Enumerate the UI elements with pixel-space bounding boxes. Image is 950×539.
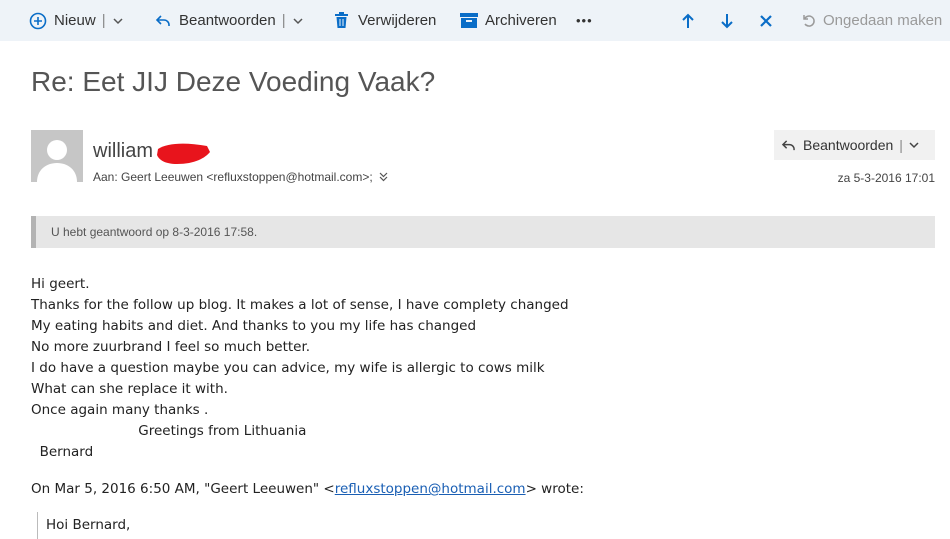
- arrow-up-icon: [681, 13, 695, 29]
- body-line: Bernard: [31, 444, 94, 460]
- more-actions-button[interactable]: •••: [576, 0, 593, 41]
- archive-button[interactable]: Archiveren: [460, 0, 557, 41]
- sender-avatar[interactable]: [31, 130, 83, 182]
- message-subject: Re: Eet JIJ Deze Voeding Vaak?: [31, 66, 436, 97]
- reply-button-separator: |: [899, 137, 903, 153]
- body-line: What can she replace it with.: [31, 381, 228, 397]
- reply-arrow-icon: [781, 139, 796, 152]
- reply-button[interactable]: Beantwoorden |: [774, 130, 935, 160]
- trash-icon: [334, 12, 349, 29]
- reply-toolbar-button[interactable]: Beantwoorden |: [155, 0, 304, 41]
- more-dots-icon: •••: [576, 13, 593, 28]
- command-toolbar: Nieuw | Beantwoorden | Verwijderen Archi…: [0, 0, 950, 41]
- toolbar-separator: |: [281, 12, 286, 29]
- body-line: Greetings from Lithuania: [31, 423, 307, 439]
- previous-message-button[interactable]: [681, 0, 695, 41]
- quoted-message-header: On Mar 5, 2016 6:50 AM, "Geert Leeuwen" …: [31, 479, 584, 500]
- body-line: I do have a question maybe you can advic…: [31, 360, 545, 376]
- undo-button[interactable]: Ongedaan maken: [801, 0, 942, 41]
- undo-icon: [801, 13, 816, 28]
- person-silhouette-icon: [37, 140, 77, 182]
- next-message-button[interactable]: [720, 0, 734, 41]
- sender-name[interactable]: william: [93, 140, 153, 163]
- quoted-message-line: Hoi Bernard,: [46, 517, 131, 533]
- reply-button-label: Beantwoorden: [803, 137, 894, 153]
- undo-button-label: Ongedaan maken: [823, 12, 943, 29]
- quote-header-suffix: > wrote:: [525, 481, 584, 497]
- quoted-sender-email-link[interactable]: refluxstoppen@hotmail.com: [335, 481, 526, 497]
- close-icon: [759, 14, 773, 28]
- body-line: My eating habits and diet. And thanks to…: [31, 318, 477, 334]
- message-body: Hi geert. Thanks for the follow up blog.…: [31, 274, 569, 463]
- recipients-text: Aan: Geert Leeuwen <refluxstoppen@hotmai…: [93, 170, 373, 184]
- replied-info-bar: U hebt geantwoord op 8-3-2016 17:58.: [31, 216, 935, 248]
- arrow-down-icon: [720, 13, 734, 29]
- body-line: Thanks for the follow up blog. It makes …: [31, 297, 569, 313]
- recipients-line: Aan: Geert Leeuwen <refluxstoppen@hotmai…: [93, 170, 388, 184]
- replied-info-text: U hebt geantwoord op 8-3-2016 17:58.: [51, 225, 258, 239]
- expand-recipients-icon[interactable]: [379, 172, 388, 182]
- archive-box-icon: [460, 13, 478, 28]
- delete-button[interactable]: Verwijderen: [334, 0, 436, 41]
- reply-options-chevron-icon[interactable]: [908, 139, 920, 151]
- redaction-mark: [157, 143, 210, 164]
- new-dropdown-chevron-icon[interactable]: [112, 15, 124, 27]
- body-line: Hi geert.: [31, 276, 90, 292]
- reply-toolbar-label: Beantwoorden: [179, 12, 276, 29]
- plus-circle-icon: [29, 12, 47, 30]
- quoted-message: Hoi Bernard,: [37, 512, 130, 539]
- reply-dropdown-chevron-icon[interactable]: [292, 15, 304, 27]
- toolbar-separator: |: [101, 12, 106, 29]
- delete-button-label: Verwijderen: [358, 12, 437, 29]
- message-date: za 5-3-2016 17:01: [837, 171, 935, 185]
- new-button[interactable]: Nieuw |: [29, 0, 124, 41]
- quote-header-prefix: On Mar 5, 2016 6:50 AM, "Geert Leeuwen" …: [31, 481, 335, 497]
- body-line: Once again many thanks .: [31, 402, 209, 418]
- archive-button-label: Archiveren: [485, 12, 557, 29]
- body-line: No more zuurbrand I feel so much better.: [31, 339, 311, 355]
- reply-arrow-icon: [155, 14, 171, 28]
- close-message-button[interactable]: [759, 0, 773, 41]
- new-button-label: Nieuw: [54, 12, 96, 29]
